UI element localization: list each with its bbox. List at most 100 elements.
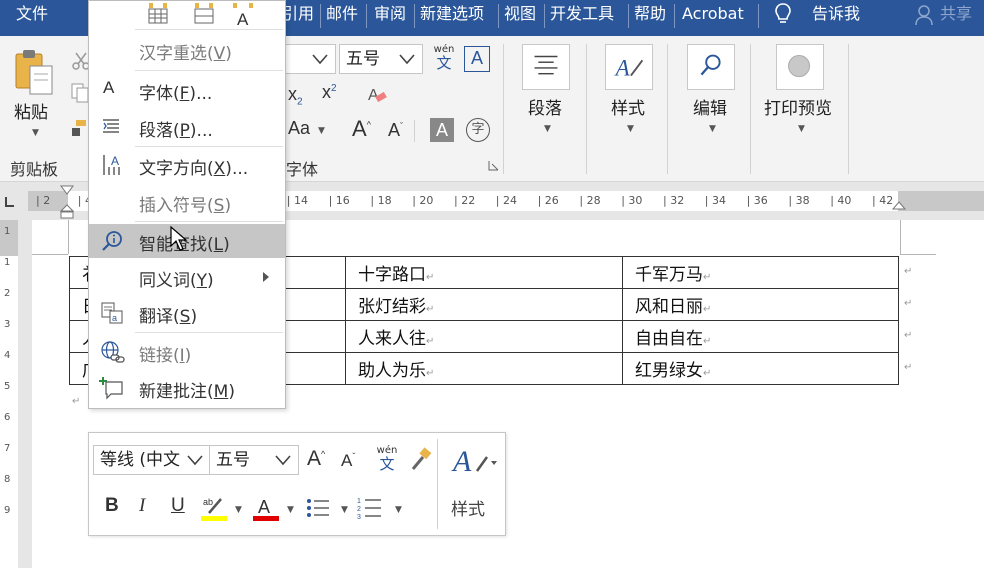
shrink-font-icon[interactable]: Aˇ [341, 451, 355, 471]
chevron-down-icon[interactable] [396, 45, 418, 73]
print-preview-icon [788, 55, 811, 78]
styles-button[interactable]: A [605, 44, 653, 90]
insert-rows-icon[interactable] [193, 3, 215, 25]
table-cell[interactable]: 人来人往↵ [345, 320, 623, 353]
smart-lookup-icon [102, 231, 122, 251]
italic-button[interactable]: I [139, 495, 145, 517]
insert-table-icon[interactable] [147, 3, 169, 25]
chevron-down-icon[interactable]: ▼ [318, 126, 325, 136]
table-cell[interactable]: 风和日丽↵ [622, 288, 899, 321]
highlight-icon[interactable]: ab [201, 495, 227, 521]
mini-font-name-combo[interactable]: 等线 (中文 [93, 445, 211, 475]
tab-review[interactable]: 审阅 [374, 0, 406, 28]
chevron-down-icon[interactable] [309, 45, 331, 73]
lightbulb-icon[interactable] [772, 2, 794, 26]
chevron-down-icon[interactable]: ▼ [798, 124, 805, 134]
chevron-down-icon[interactable]: ▼ [544, 124, 551, 134]
table-cell[interactable]: 自由自在↵ [622, 320, 899, 353]
underline-button[interactable]: U [171, 495, 185, 517]
end-of-cell-mark: ↵ [703, 368, 712, 379]
chevron-down-icon[interactable]: ▼ [709, 124, 716, 134]
tab-help[interactable]: 帮助 [634, 0, 666, 28]
editing-label[interactable]: 编辑 [693, 94, 727, 119]
right-indent-marker-icon[interactable] [892, 201, 906, 213]
print-preview-button[interactable] [776, 44, 824, 90]
share-button[interactable]: 共享 [940, 0, 972, 28]
table-cell[interactable]: 十字路口↵ [345, 256, 623, 289]
character-border-icon[interactable]: A [464, 46, 490, 72]
chevron-down-icon[interactable]: ▼ [287, 505, 294, 515]
copy-icon[interactable] [70, 82, 90, 104]
chevron-down-icon[interactable]: ▼ [341, 505, 348, 515]
clear-formatting-icon[interactable]: A [366, 84, 388, 106]
menu-item-font[interactable]: A 字体(F)... [89, 73, 285, 107]
font-size-combo[interactable]: 五号 [339, 44, 423, 74]
print-preview-label[interactable]: 打印预览 [764, 94, 832, 119]
chevron-down-icon[interactable]: ▼ [627, 124, 634, 134]
dialog-launcher-icon[interactable] [488, 160, 499, 171]
menu-item-link[interactable]: 链接(I) [89, 335, 285, 369]
font-color-icon[interactable]: A [253, 495, 279, 521]
tab-acrobat[interactable]: Acrobat [682, 0, 744, 28]
grow-font-icon[interactable]: A^ [352, 116, 371, 142]
menu-item-new-comment[interactable]: 新建批注(M) [89, 371, 285, 405]
numbering-icon[interactable]: 1 2 3 [357, 495, 383, 521]
menu-separator [135, 221, 283, 222]
styles-label[interactable]: 样式 [451, 495, 485, 520]
mini-font-size-combo[interactable]: 五号 [209, 445, 299, 475]
font-name-combo[interactable] [284, 44, 336, 74]
menu-item-synonyms[interactable]: 同义词(Y) [89, 260, 285, 294]
superscript-icon[interactable]: x2 [322, 82, 337, 103]
tab-stop-selector-icon[interactable] [2, 195, 16, 209]
tab-references[interactable]: 引用 [282, 0, 314, 28]
editing-button[interactable] [687, 44, 735, 90]
shrink-font-icon[interactable]: Aˇ [388, 120, 403, 141]
chevron-down-icon[interactable]: ▼ [235, 505, 242, 515]
menu-item-label: 字体(F)... [139, 84, 213, 104]
menu-item-insert-symbol[interactable]: 插入符号(S) [89, 185, 285, 219]
tab-file[interactable]: 文件 [16, 0, 48, 28]
paragraph-button[interactable] [522, 44, 570, 90]
table-cell[interactable]: 千军万马↵ [622, 256, 899, 289]
table-cell[interactable]: 助人为乐↵ [345, 352, 623, 385]
menu-item-translate[interactable]: a 翻译(S) [89, 296, 285, 330]
enclose-characters-icon[interactable]: 字 [466, 118, 490, 142]
indent-marker-icon[interactable] [60, 185, 74, 219]
chevron-down-icon[interactable] [184, 446, 206, 474]
tab-new-tab[interactable]: 新建选项 [420, 0, 484, 28]
format-painter-icon[interactable] [409, 447, 433, 471]
styles-label[interactable]: 样式 [611, 94, 645, 119]
chevron-down-icon[interactable]: ▼ [395, 505, 402, 515]
tell-me-search[interactable]: 告诉我 [812, 0, 860, 28]
vertical-ruler[interactable]: 1 1 2 3 4 5 6 7 8 9 [0, 220, 18, 568]
chevron-down-icon[interactable]: ▼ [32, 128, 39, 138]
grow-font-icon[interactable]: A^ [307, 447, 325, 471]
styles-icon[interactable]: A [451, 441, 497, 481]
bold-button[interactable]: B [105, 495, 119, 517]
ruler-tick-label: | 26 [537, 194, 559, 207]
subscript-icon[interactable]: x2 [288, 84, 303, 108]
insert-text-icon[interactable]: A [231, 3, 257, 27]
character-shading-icon[interactable]: A [430, 118, 454, 142]
bullets-icon[interactable] [305, 497, 331, 519]
svg-text:A: A [237, 10, 249, 27]
phonetic-guide-icon[interactable]: wén 文 [431, 44, 457, 74]
tab-view[interactable]: 视图 [504, 0, 536, 28]
person-icon[interactable] [914, 4, 934, 26]
menu-item-reconvert[interactable]: 汉字重选(V) [89, 33, 285, 67]
format-painter-icon[interactable] [72, 120, 88, 136]
paste-button-label[interactable]: 粘贴 [14, 98, 48, 123]
change-case-icon[interactable]: Aa [288, 118, 310, 139]
chevron-down-icon[interactable] [272, 446, 294, 474]
menu-item-paragraph[interactable]: 段落(P)... [89, 110, 285, 144]
menu-item-text-direction[interactable]: A 文字方向(X)... [89, 148, 285, 182]
table-cell[interactable]: 红男绿女↵ [622, 352, 899, 385]
tab-mailings[interactable]: 邮件 [326, 0, 358, 28]
phonetic-guide-icon[interactable]: wén 文 [375, 445, 399, 475]
paragraph-mark: ↵ [72, 396, 81, 407]
table-insert-toolbar: A [89, 1, 285, 29]
tab-developer[interactable]: 开发工具 [550, 0, 614, 28]
paste-icon[interactable] [12, 46, 56, 100]
table-cell[interactable]: 张灯结彩↵ [345, 288, 623, 321]
paragraph-label[interactable]: 段落 [528, 94, 562, 119]
